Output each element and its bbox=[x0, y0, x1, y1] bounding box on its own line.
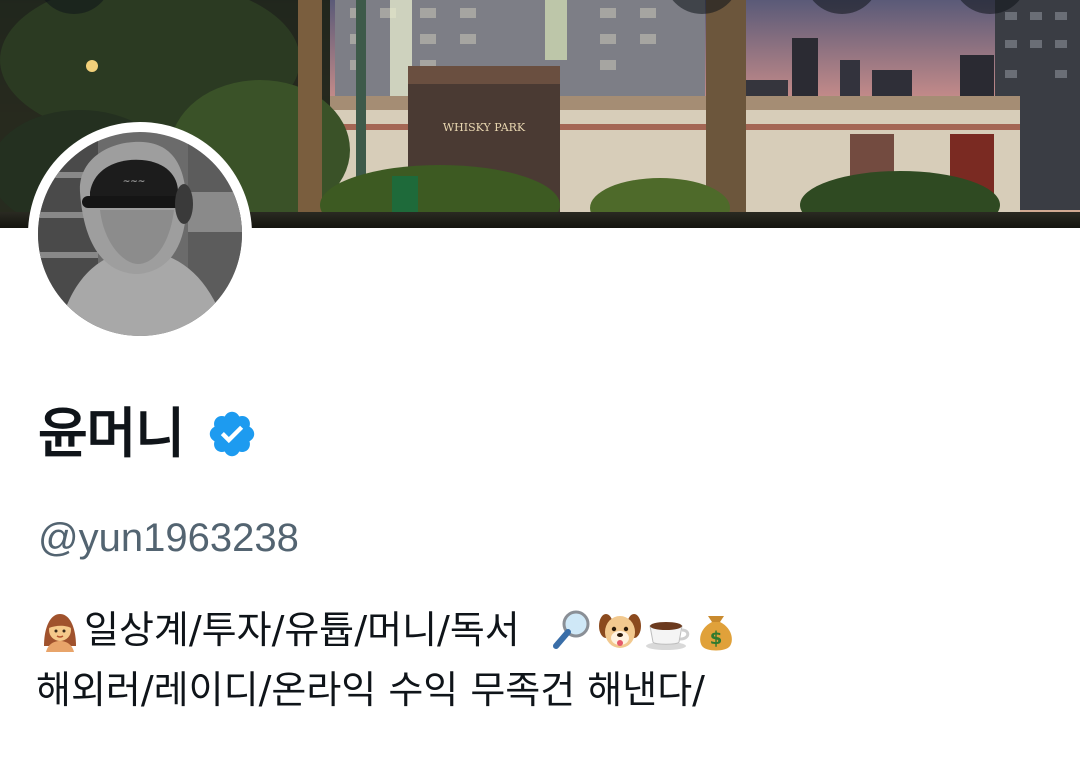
profile-avatar[interactable]: ~~~ bbox=[28, 122, 252, 346]
bio-text-line-1: 일상계/투자/유튭/머니/독서 bbox=[84, 608, 520, 652]
bio-line-2: 해외러/레이디/온라익 수익 무족건 해낸다/ bbox=[36, 660, 1046, 720]
bio-text-line-2: 해외러/레이디/온라익 수익 무족건 해낸다/ bbox=[36, 668, 705, 712]
avatar-photo: ~~~ bbox=[38, 132, 242, 336]
banner-sign: WHISKY PARK bbox=[443, 121, 526, 134]
user-handle: @yun1963238 bbox=[38, 516, 299, 560]
coffee-icon bbox=[644, 606, 692, 654]
profile-bio: 일상계/투자/유튭/머니/독서 $ 해외러/레이디/온라익 수익 무족건 해낸다… bbox=[36, 600, 1046, 720]
svg-text:~~~: ~~~ bbox=[123, 177, 146, 187]
magnifier-icon bbox=[548, 606, 596, 654]
display-name: 윤머니 bbox=[38, 402, 185, 465]
name-row: 윤머니 bbox=[38, 398, 258, 470]
verified-badge-icon[interactable] bbox=[206, 408, 258, 460]
svg-text:$: $ bbox=[710, 628, 723, 649]
person-icon bbox=[36, 606, 84, 654]
money-bag-icon: $ bbox=[692, 606, 740, 654]
profile-page: WHISKY PARK ~~~ 윤머니 @yun1963238 일상계/투자/유… bbox=[0, 0, 1080, 762]
dog-face-icon bbox=[596, 606, 644, 654]
bio-line-1: 일상계/투자/유튭/머니/독서 $ bbox=[36, 600, 1046, 660]
